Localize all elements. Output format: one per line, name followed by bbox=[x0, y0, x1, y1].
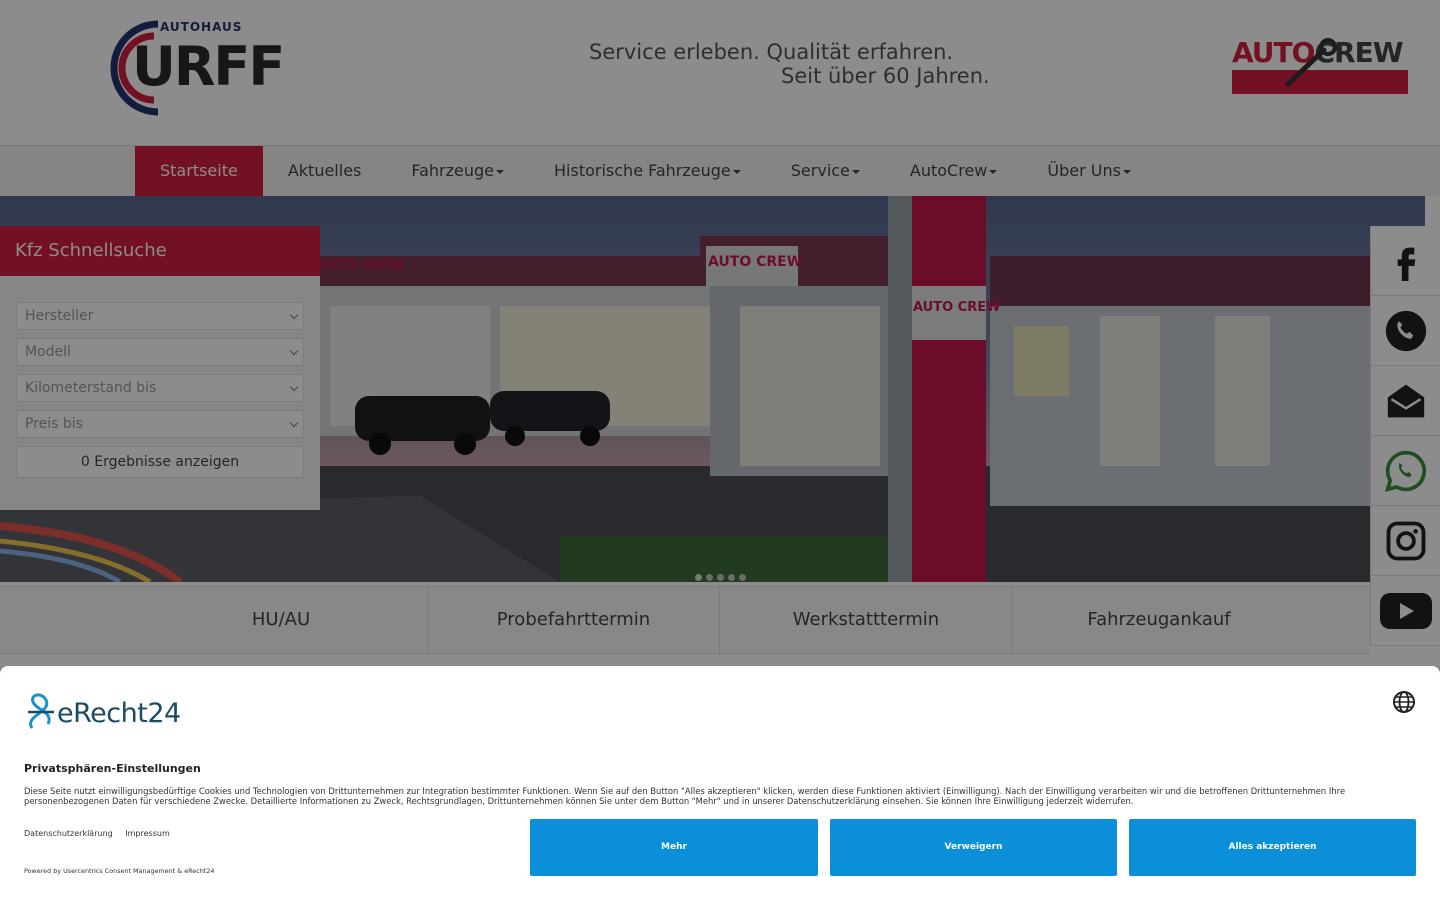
cookie-more-button[interactable]: Mehr bbox=[530, 819, 818, 876]
language-globe-button[interactable] bbox=[1392, 690, 1416, 718]
cookie-title: Privatsphären-Einstellungen bbox=[24, 762, 201, 775]
link-datenschutzerklaerung[interactable]: Datenschutzerklärung bbox=[24, 829, 113, 838]
cookie-powered-by: Powered by Usercentrics Consent Manageme… bbox=[24, 867, 215, 875]
globe-icon bbox=[1393, 691, 1415, 713]
erecht24-logo: eRecht24 bbox=[24, 690, 194, 730]
cookie-links: Datenschutzerklärung Impressum bbox=[24, 829, 180, 838]
erecht24-brand-text: eRecht24 bbox=[57, 698, 181, 729]
link-impressum[interactable]: Impressum bbox=[125, 829, 169, 838]
cookie-description: Diese Seite nutzt einwilligungsbedürftig… bbox=[24, 786, 1346, 806]
cookie-accept-all-button[interactable]: Alles akzeptieren bbox=[1129, 819, 1416, 876]
erecht24-mark-icon bbox=[28, 693, 54, 729]
cookie-deny-button[interactable]: Verweigern bbox=[830, 819, 1117, 876]
cookie-consent-banner: eRecht24 Privatsphären-Einstellungen Die… bbox=[0, 666, 1440, 900]
